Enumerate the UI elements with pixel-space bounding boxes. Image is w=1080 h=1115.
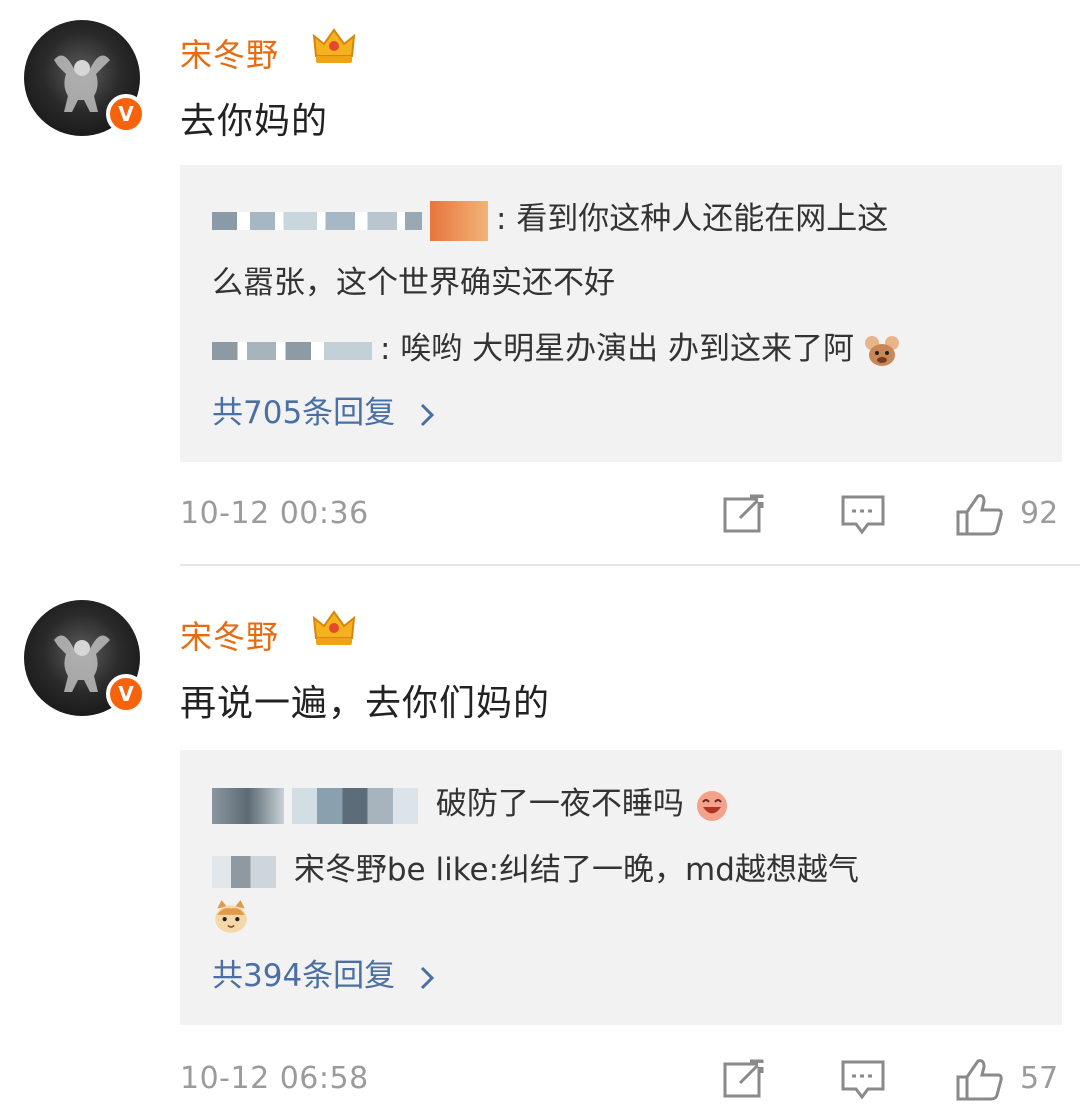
- reply-preview-box[interactable]: : 看到你这种人还能在网上这 么嚣张，这个世界确实还不好 : 唉哟 大明星办演出…: [180, 165, 1062, 462]
- avatar[interactable]: V: [24, 600, 146, 716]
- comment-icon[interactable]: [840, 494, 886, 536]
- comment-icon[interactable]: [840, 1059, 886, 1101]
- total-replies-link[interactable]: 共705条回复: [212, 387, 437, 432]
- blurred-username: [212, 787, 284, 824]
- laughing-emoji-icon: [696, 790, 727, 821]
- blurred-username: [212, 211, 422, 230]
- like-count: 57: [1020, 1061, 1059, 1096]
- mouse-emoji-icon: [864, 335, 899, 366]
- comment-item: V 宋冬野 再说一遍，去你们妈的 破防了一夜不睡吗 宋冬野be like:纠结了…: [0, 580, 1080, 1115]
- reply-item[interactable]: 破防了一夜不睡吗: [212, 778, 730, 824]
- reply-item[interactable]: : 唉哟 大明星办演出 办到这来了阿: [212, 323, 900, 369]
- blurred-username: [292, 787, 418, 824]
- reply-item[interactable]: : 看到你这种人还能在网上这: [212, 193, 888, 241]
- blurred-avatar: [430, 200, 488, 241]
- like-count: 92: [1020, 496, 1059, 531]
- reply-text: 宋冬野be like:纠结了一晚，md越想越气: [293, 852, 859, 888]
- cat-emoji-icon: [215, 900, 247, 933]
- blurred-username: [212, 855, 276, 888]
- like-icon[interactable]: [954, 1057, 1004, 1101]
- username[interactable]: 宋冬野: [180, 612, 279, 658]
- reply-text: 唉哟 大明星办演出 办到这来了阿: [400, 331, 855, 367]
- crown-icon: [312, 28, 356, 63]
- reply-text: 破防了一夜不睡吗: [435, 786, 684, 822]
- verified-badge-icon: V: [106, 674, 146, 714]
- reply-preview-box[interactable]: 破防了一夜不睡吗 宋冬野be like:纠结了一晚，md越想越气 共394条回复: [180, 750, 1062, 1025]
- comment-item: V 宋冬野 去你妈的 : 看到你这种人还能在网上这 么嚣张，这个世界确实还不好 …: [0, 0, 1080, 560]
- like-icon[interactable]: [954, 492, 1004, 536]
- share-icon[interactable]: [722, 1059, 766, 1099]
- comment-text: 再说一遍，去你们妈的: [180, 683, 551, 724]
- verified-badge-icon: V: [106, 94, 146, 134]
- comment-text: 去你妈的: [180, 101, 329, 142]
- total-replies-link[interactable]: 共394条回复: [212, 950, 437, 995]
- avatar[interactable]: V: [24, 20, 146, 136]
- reply-text-line1: 看到你这种人还能在网上这: [516, 201, 889, 237]
- share-icon[interactable]: [722, 494, 766, 534]
- crown-icon: [312, 610, 356, 645]
- reply-item[interactable]: 宋冬野be like:纠结了一晚，md越想越气: [212, 844, 859, 889]
- reply-text: :: [496, 201, 507, 237]
- divider: [180, 564, 1080, 566]
- username[interactable]: 宋冬野: [180, 30, 279, 76]
- blurred-username: [212, 341, 372, 360]
- timestamp: 10-12 00:36: [180, 496, 369, 531]
- timestamp: 10-12 06:58: [180, 1061, 369, 1096]
- chevron-right-icon: [420, 966, 435, 989]
- reply-text-line2: 么嚣张，这个世界确实还不好: [212, 265, 615, 301]
- chevron-right-icon: [420, 403, 435, 426]
